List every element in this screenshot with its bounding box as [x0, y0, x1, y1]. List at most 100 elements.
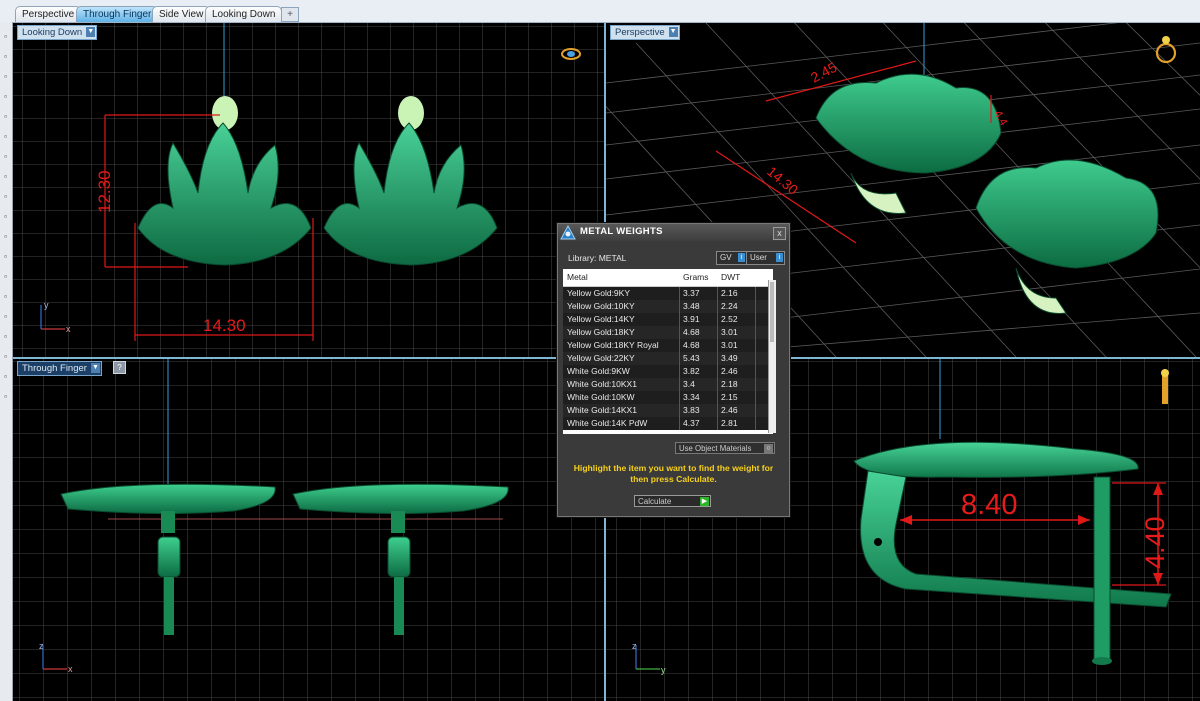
- cell-dwt: 2.18: [721, 379, 738, 389]
- chevron-down-icon[interactable]: ▼: [668, 27, 678, 37]
- tool-icon[interactable]: ▫: [1, 272, 10, 281]
- view-tab-bar: Perspective Through Finger Side View Loo…: [0, 0, 1200, 23]
- column-separator: [717, 378, 718, 391]
- tool-icon[interactable]: ▫: [1, 212, 10, 221]
- tool-icon[interactable]: ▫: [1, 172, 10, 181]
- dialog-title-bar[interactable]: METAL WEIGHTS x: [558, 224, 789, 241]
- table-row[interactable]: Yellow Gold:14KY 3.91 2.52: [563, 313, 768, 326]
- user-library-button[interactable]: User i: [746, 251, 785, 265]
- tool-icon[interactable]: ▫: [1, 372, 10, 381]
- ring-icon[interactable]: [1161, 369, 1169, 404]
- library-label: Library: METAL: [568, 253, 627, 263]
- dim-label: 12.30: [95, 170, 114, 213]
- gear-icon: ○: [764, 444, 773, 453]
- tool-icon[interactable]: ▫: [1, 152, 10, 161]
- tool-icon[interactable]: ▫: [1, 72, 10, 81]
- use-object-materials-button[interactable]: Use Object Materials ○: [675, 442, 775, 454]
- cell-grams: 5.43: [683, 353, 700, 363]
- left-toolbar: ▫ ▫ ▫ ▫ ▫ ▫ ▫ ▫ ▫ ▫ ▫ ▫ ▫ ▫ ▫ ▫ ▫ ▫ ▫: [0, 22, 13, 701]
- table-row[interactable]: Yellow Gold:18KY 4.68 3.01: [563, 326, 768, 339]
- column-separator: [755, 287, 756, 300]
- table-row[interactable]: Yellow Gold:18KY Royal 4.68 3.01: [563, 339, 768, 352]
- column-separator: [755, 326, 756, 339]
- cell-dwt: 2.81: [721, 418, 738, 428]
- table-scrollbar[interactable]: [768, 280, 776, 433]
- column-separator: [717, 404, 718, 417]
- table-row[interactable]: White Gold:14K PdW 4.37 2.81: [563, 417, 768, 430]
- tool-icon[interactable]: ▫: [1, 92, 10, 101]
- tab-side-view[interactable]: Side View: [152, 6, 211, 22]
- help-icon[interactable]: ?: [113, 361, 126, 374]
- tool-icon[interactable]: ▫: [1, 192, 10, 201]
- instruction-text: Highlight the item you want to find the …: [573, 463, 774, 484]
- info-icon: i: [776, 253, 783, 262]
- leaf-model[interactable]: [815, 73, 1159, 314]
- cell-dwt: 2.46: [721, 366, 738, 376]
- tool-icon[interactable]: ▫: [1, 392, 10, 401]
- info-icon: i: [738, 253, 745, 262]
- viewport-label[interactable]: Through Finger ▼: [17, 361, 102, 376]
- tab-perspective[interactable]: Perspective: [15, 6, 82, 22]
- column-header-grams[interactable]: Grams: [683, 272, 709, 282]
- column-separator: [679, 287, 680, 300]
- table-row[interactable]: White Gold:9KW 3.82 2.46: [563, 365, 768, 378]
- ring-icon[interactable]: [1155, 36, 1177, 64]
- tool-icon[interactable]: ▫: [1, 32, 10, 41]
- column-header-dwt[interactable]: DWT: [721, 272, 740, 282]
- viewport-label[interactable]: Perspective ▼: [610, 25, 680, 40]
- cell-metal: White Gold:10KW: [567, 392, 635, 402]
- viewport-label[interactable]: Looking Down ▼: [17, 25, 98, 40]
- column-header-metal[interactable]: Metal: [567, 272, 588, 282]
- chevron-down-icon[interactable]: ▼: [90, 363, 100, 373]
- cell-grams: 3.83: [683, 405, 700, 415]
- column-separator: [679, 313, 680, 326]
- table-row[interactable]: White Gold:10KX1 3.4 2.18: [563, 378, 768, 391]
- cell-metal: Yellow Gold:22KY: [567, 353, 635, 363]
- tool-icon[interactable]: ▫: [1, 332, 10, 341]
- cell-dwt: 2.46: [721, 405, 738, 415]
- tool-icon[interactable]: ▫: [1, 252, 10, 261]
- gv-library-button[interactable]: GV i: [716, 251, 747, 265]
- tool-icon[interactable]: ▫: [1, 292, 10, 301]
- cell-metal: Yellow Gold:18KY Royal: [567, 340, 659, 350]
- scroll-thumb[interactable]: [770, 282, 774, 342]
- calculate-button[interactable]: Calculate ▶: [634, 495, 711, 507]
- column-separator: [755, 378, 756, 391]
- tool-icon[interactable]: ▫: [1, 132, 10, 141]
- table-row[interactable]: Yellow Gold:22KY 5.43 3.49: [563, 352, 768, 365]
- table-row[interactable]: Yellow Gold:10KY 3.48 2.24: [563, 300, 768, 313]
- svg-text:y: y: [44, 300, 49, 310]
- table-row[interactable]: Yellow Gold:9KY 3.37 2.16: [563, 287, 768, 300]
- tool-icon[interactable]: ▫: [1, 352, 10, 361]
- cell-grams: 3.4: [683, 379, 695, 389]
- column-separator: [717, 391, 718, 404]
- cell-metal: White Gold:14K PdW: [567, 418, 648, 428]
- table-header: Metal Grams DWT: [563, 269, 773, 287]
- cell-dwt: 3.01: [721, 327, 738, 337]
- table-row[interactable]: White Gold:10KW 3.34 2.15: [563, 391, 768, 404]
- chevron-down-icon[interactable]: ▼: [86, 27, 96, 37]
- tool-icon[interactable]: ▫: [1, 112, 10, 121]
- column-separator: [717, 287, 718, 300]
- tab-looking-down[interactable]: Looking Down: [205, 6, 283, 22]
- dialog-title: METAL WEIGHTS: [580, 226, 663, 237]
- viewport-through-finger[interactable]: z x Through Finger ▼ ?: [13, 359, 604, 701]
- cell-metal: Yellow Gold:14KY: [567, 314, 635, 324]
- tool-icon[interactable]: ▫: [1, 52, 10, 61]
- svg-text:y: y: [661, 665, 666, 675]
- tool-icon[interactable]: ▫: [1, 312, 10, 321]
- play-icon: ▶: [700, 497, 709, 506]
- column-separator: [717, 300, 718, 313]
- column-separator: [717, 417, 718, 430]
- close-button[interactable]: x: [773, 227, 786, 240]
- tool-icon[interactable]: ▫: [1, 232, 10, 241]
- cell-grams: 4.68: [683, 327, 700, 337]
- column-separator: [679, 365, 680, 378]
- viewport-looking-down[interactable]: 12.30 14.30 y x Looking Down ▼: [13, 23, 604, 357]
- cell-metal: Yellow Gold:9KY: [567, 288, 631, 298]
- add-tab-button[interactable]: +: [281, 7, 299, 22]
- metal-weights-table: Metal Grams DWT Yellow Gold:9KY 3.37 2.16 Y…: [563, 269, 773, 434]
- tab-through-finger[interactable]: Through Finger: [76, 6, 159, 22]
- cell-metal: White Gold:9KW: [567, 366, 630, 376]
- table-row[interactable]: White Gold:14KX1 3.83 2.46: [563, 404, 768, 417]
